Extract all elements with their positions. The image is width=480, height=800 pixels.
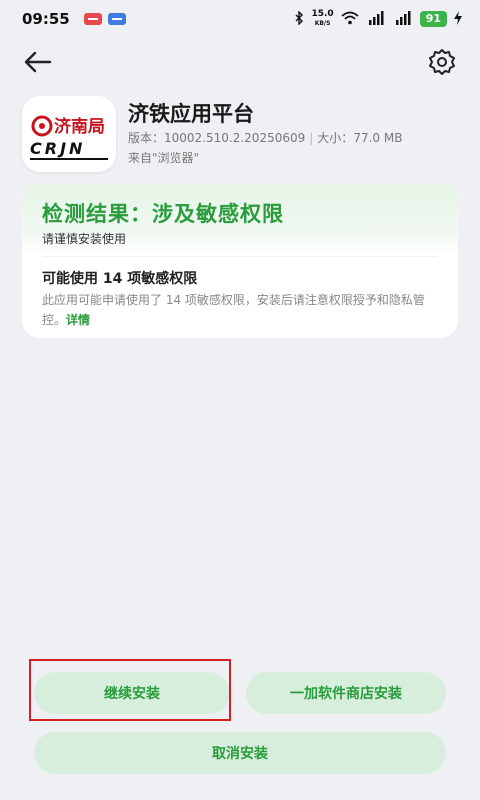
size-value: 77.0 MB [353, 131, 403, 145]
app-meta: 版本：10002.510.2.20250609 | 大小：77.0 MB 来自"浏览… [128, 128, 402, 168]
permissions-description: 此应用可能申请使用了 14 项敏感权限，安装后请注意权限授予和隐私管控。详情 [42, 290, 442, 330]
logo-sub-text: CRJN [30, 139, 85, 158]
notification-icons [83, 13, 126, 25]
details-link[interactable]: 详情 [66, 313, 90, 327]
app-info: 济南局 CRJN 济铁应用平台 版本：10002.510.2.20250609 |… [22, 96, 462, 176]
network-speed-unit: KB/S [314, 20, 331, 27]
settings-button[interactable] [426, 46, 458, 78]
detection-result-card: 检测结果：涉及敏感权限 请谨慎安装使用 可能使用 14 项敏感权限 此应用可能申… [22, 184, 458, 338]
network-speed: 15.0 KB/S [311, 10, 333, 28]
top-bar [0, 44, 480, 80]
meta-divider: | [309, 131, 314, 145]
signal-5g-icon [366, 10, 386, 28]
card-divider [42, 256, 438, 257]
store-install-button[interactable]: 一加软件商店安装 [246, 672, 446, 714]
back-button[interactable] [22, 48, 54, 76]
permissions-title: 可能使用 14 项敏感权限 [42, 271, 198, 287]
signal-5g-icon [393, 10, 413, 28]
battery-indicator: 91 [419, 11, 447, 27]
notification-red-icon [83, 13, 102, 25]
size-label: 大小： [317, 131, 354, 145]
app-source: 来自"浏览器" [128, 151, 200, 165]
charging-icon [454, 10, 462, 28]
status-bar: 09:55 15.0 KB/S 91 [0, 0, 480, 38]
back-arrow-icon [24, 51, 52, 73]
status-indicators: 15.0 KB/S 91 [294, 10, 462, 28]
result-title: 检测结果：涉及敏感权限 [42, 202, 284, 226]
cancel-install-button[interactable]: 取消安装 [34, 732, 446, 774]
result-subtitle: 请谨慎安装使用 [42, 232, 127, 246]
continue-install-button[interactable]: 继续安装 [34, 672, 230, 714]
notification-blue-icon [107, 13, 126, 25]
status-time: 09:55 [22, 10, 70, 28]
app-name: 济铁应用平台 [128, 102, 254, 126]
wifi-icon [341, 11, 359, 28]
logo-text: 济南局 [54, 116, 105, 137]
app-logo-icon: 济南局 CRJN [30, 115, 108, 160]
version-value: 10002.510.2.20250609 [164, 131, 306, 145]
app-icon: 济南局 CRJN [22, 96, 116, 172]
version-label: 版本： [128, 131, 165, 145]
permissions-description-text: 此应用可能申请使用了 14 项敏感权限，安装后请注意权限授予和隐私管控。 [42, 293, 425, 327]
network-speed-value: 15.0 [311, 9, 334, 19]
gear-icon [429, 49, 455, 75]
bluetooth-icon [294, 9, 304, 28]
